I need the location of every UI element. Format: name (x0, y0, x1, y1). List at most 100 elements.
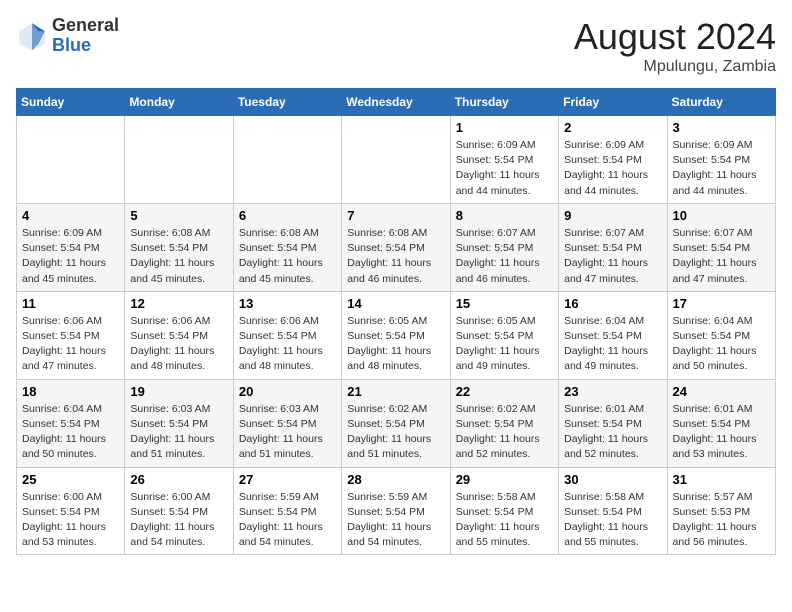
calendar-cell: 9 Sunrise: 6:07 AM Sunset: 5:54 PM Daylig… (559, 203, 667, 291)
day-number: 25 (22, 472, 119, 487)
day-info: Sunrise: 6:02 AM Sunset: 5:54 PM Dayligh… (456, 402, 553, 463)
calendar-cell: 28 Sunrise: 5:59 AM Sunset: 5:54 PM Dayli… (342, 467, 450, 555)
calendar-week-2: 4Sunrise: 6:09 AM Sunset: 5:54 PM Daylig… (17, 203, 776, 291)
calendar-cell: 6 Sunrise: 6:08 AM Sunset: 5:54 PM Daylig… (233, 203, 341, 291)
calendar-week-1: 1Sunrise: 6:09 AM Sunset: 5:54 PM Daylig… (17, 116, 776, 204)
day-number: 12 (130, 296, 227, 311)
day-number: 18 (22, 384, 119, 399)
day-number: 8 (456, 208, 553, 223)
day-info: Sunrise: 5:57 AM Sunset: 5:53 PM Dayligh… (673, 490, 770, 551)
calendar-cell: 1Sunrise: 6:09 AM Sunset: 5:54 PM Daylig… (450, 116, 558, 204)
day-number: 9 (564, 208, 661, 223)
calendar-cell (342, 116, 450, 204)
calendar-cell: 29 Sunrise: 5:58 AM Sunset: 5:54 PM Dayli… (450, 467, 558, 555)
day-number: 31 (673, 472, 770, 487)
calendar-cell: 12 Sunrise: 6:06 AM Sunset: 5:54 PM Dayli… (125, 291, 233, 379)
day-number: 24 (673, 384, 770, 399)
day-number: 23 (564, 384, 661, 399)
day-info: Sunrise: 6:03 AM Sunset: 5:54 PM Dayligh… (130, 402, 227, 463)
day-info: Sunrise: 6:09 AM Sunset: 5:54 PM Dayligh… (673, 138, 770, 199)
calendar-cell: 31 Sunrise: 5:57 AM Sunset: 5:53 PM Dayli… (667, 467, 775, 555)
day-info: Sunrise: 6:09 AM Sunset: 5:54 PM Dayligh… (22, 226, 119, 287)
calendar-cell: 15Sunrise: 6:05 AM Sunset: 5:54 PM Dayli… (450, 291, 558, 379)
calendar-cell: 26Sunrise: 6:00 AM Sunset: 5:54 PM Dayli… (125, 467, 233, 555)
calendar-cell: 18 Sunrise: 6:04 AM Sunset: 5:54 PM Dayli… (17, 379, 125, 467)
day-info: Sunrise: 5:58 AM Sunset: 5:54 PM Dayligh… (564, 490, 661, 551)
day-number: 3 (673, 120, 770, 135)
calendar-week-4: 18 Sunrise: 6:04 AM Sunset: 5:54 PM Dayli… (17, 379, 776, 467)
calendar-cell (233, 116, 341, 204)
day-info: Sunrise: 6:03 AM Sunset: 5:54 PM Dayligh… (239, 402, 336, 463)
weekday-sunday: Sunday (17, 89, 125, 116)
day-info: Sunrise: 6:08 AM Sunset: 5:54 PM Dayligh… (130, 226, 227, 287)
calendar-cell: 30 Sunrise: 5:58 AM Sunset: 5:54 PM Dayli… (559, 467, 667, 555)
day-number: 27 (239, 472, 336, 487)
day-info: Sunrise: 6:02 AM Sunset: 5:54 PM Dayligh… (347, 402, 444, 463)
calendar-cell: 25 Sunrise: 6:00 AM Sunset: 5:54 PM Dayli… (17, 467, 125, 555)
day-info: Sunrise: 6:09 AM Sunset: 5:54 PM Dayligh… (456, 138, 553, 199)
weekday-saturday: Saturday (667, 89, 775, 116)
day-number: 11 (22, 296, 119, 311)
day-number: 29 (456, 472, 553, 487)
weekday-monday: Monday (125, 89, 233, 116)
day-info: Sunrise: 6:08 AM Sunset: 5:54 PM Dayligh… (239, 226, 336, 287)
weekday-tuesday: Tuesday (233, 89, 341, 116)
calendar-cell: 8 Sunrise: 6:07 AM Sunset: 5:54 PM Daylig… (450, 203, 558, 291)
day-number: 30 (564, 472, 661, 487)
day-info: Sunrise: 6:01 AM Sunset: 5:54 PM Dayligh… (564, 402, 661, 463)
day-info: Sunrise: 6:04 AM Sunset: 5:54 PM Dayligh… (22, 402, 119, 463)
day-info: Sunrise: 6:05 AM Sunset: 5:54 PM Dayligh… (456, 314, 553, 375)
weekday-header-row: SundayMondayTuesdayWednesdayThursdayFrid… (17, 89, 776, 116)
calendar-cell: 10Sunrise: 6:07 AM Sunset: 5:54 PM Dayli… (667, 203, 775, 291)
calendar-table: SundayMondayTuesdayWednesdayThursdayFrid… (16, 88, 776, 555)
day-info: Sunrise: 5:59 AM Sunset: 5:54 PM Dayligh… (347, 490, 444, 551)
day-number: 28 (347, 472, 444, 487)
weekday-thursday: Thursday (450, 89, 558, 116)
calendar-cell: 7Sunrise: 6:08 AM Sunset: 5:54 PM Daylig… (342, 203, 450, 291)
day-info: Sunrise: 5:58 AM Sunset: 5:54 PM Dayligh… (456, 490, 553, 551)
day-number: 6 (239, 208, 336, 223)
calendar-cell: 14Sunrise: 6:05 AM Sunset: 5:54 PM Dayli… (342, 291, 450, 379)
calendar-cell: 24 Sunrise: 6:01 AM Sunset: 5:54 PM Dayli… (667, 379, 775, 467)
page-header: General Blue August 2024 Mpulungu, Zambi… (16, 16, 776, 76)
calendar-cell: 4Sunrise: 6:09 AM Sunset: 5:54 PM Daylig… (17, 203, 125, 291)
day-number: 16 (564, 296, 661, 311)
calendar-cell: 2Sunrise: 6:09 AM Sunset: 5:54 PM Daylig… (559, 116, 667, 204)
calendar-cell: 13Sunrise: 6:06 AM Sunset: 5:54 PM Dayli… (233, 291, 341, 379)
logo-general-text: General (52, 15, 119, 35)
logo-icon (16, 20, 48, 52)
day-info: Sunrise: 6:06 AM Sunset: 5:54 PM Dayligh… (130, 314, 227, 375)
calendar-cell: 11Sunrise: 6:06 AM Sunset: 5:54 PM Dayli… (17, 291, 125, 379)
calendar-body: 1Sunrise: 6:09 AM Sunset: 5:54 PM Daylig… (17, 116, 776, 555)
title-block: August 2024 Mpulungu, Zambia (574, 16, 776, 76)
calendar-week-3: 11 Sunrise: 6:06 AM Sunset: 5:54 PM Dayli… (17, 291, 776, 379)
day-info: Sunrise: 6:04 AM Sunset: 5:54 PM Dayligh… (564, 314, 661, 375)
day-number: 22 (456, 384, 553, 399)
day-info: Sunrise: 6:08 AM Sunset: 5:54 PM Dayligh… (347, 226, 444, 287)
day-number: 26 (130, 472, 227, 487)
month-year: August 2024 (574, 16, 776, 58)
day-number: 5 (130, 208, 227, 223)
calendar-week-5: 25 Sunrise: 6:00 AM Sunset: 5:54 PM Dayli… (17, 467, 776, 555)
logo: General Blue (16, 16, 119, 56)
day-number: 10 (673, 208, 770, 223)
calendar-cell: 21 Sunrise: 6:02 AM Sunset: 5:54 PM Dayli… (342, 379, 450, 467)
day-info: Sunrise: 6:07 AM Sunset: 5:54 PM Dayligh… (456, 226, 553, 287)
day-info: Sunrise: 6:07 AM Sunset: 5:54 PM Dayligh… (564, 226, 661, 287)
weekday-friday: Friday (559, 89, 667, 116)
day-number: 21 (347, 384, 444, 399)
day-info: Sunrise: 6:04 AM Sunset: 5:54 PM Dayligh… (673, 314, 770, 375)
calendar-cell: 27 Sunrise: 5:59 AM Sunset: 5:54 PM Dayli… (233, 467, 341, 555)
calendar-cell: 16 Sunrise: 6:04 AM Sunset: 5:54 PM Dayli… (559, 291, 667, 379)
day-number: 13 (239, 296, 336, 311)
calendar-cell: 22 Sunrise: 6:02 AM Sunset: 5:54 PM Dayli… (450, 379, 558, 467)
day-number: 20 (239, 384, 336, 399)
day-info: Sunrise: 6:00 AM Sunset: 5:54 PM Dayligh… (22, 490, 119, 551)
day-info: Sunrise: 5:59 AM Sunset: 5:54 PM Dayligh… (239, 490, 336, 551)
day-number: 14 (347, 296, 444, 311)
day-number: 19 (130, 384, 227, 399)
calendar-cell: 23 Sunrise: 6:01 AM Sunset: 5:54 PM Dayli… (559, 379, 667, 467)
day-info: Sunrise: 6:09 AM Sunset: 5:54 PM Dayligh… (564, 138, 661, 199)
day-info: Sunrise: 6:01 AM Sunset: 5:54 PM Dayligh… (673, 402, 770, 463)
calendar-cell (125, 116, 233, 204)
